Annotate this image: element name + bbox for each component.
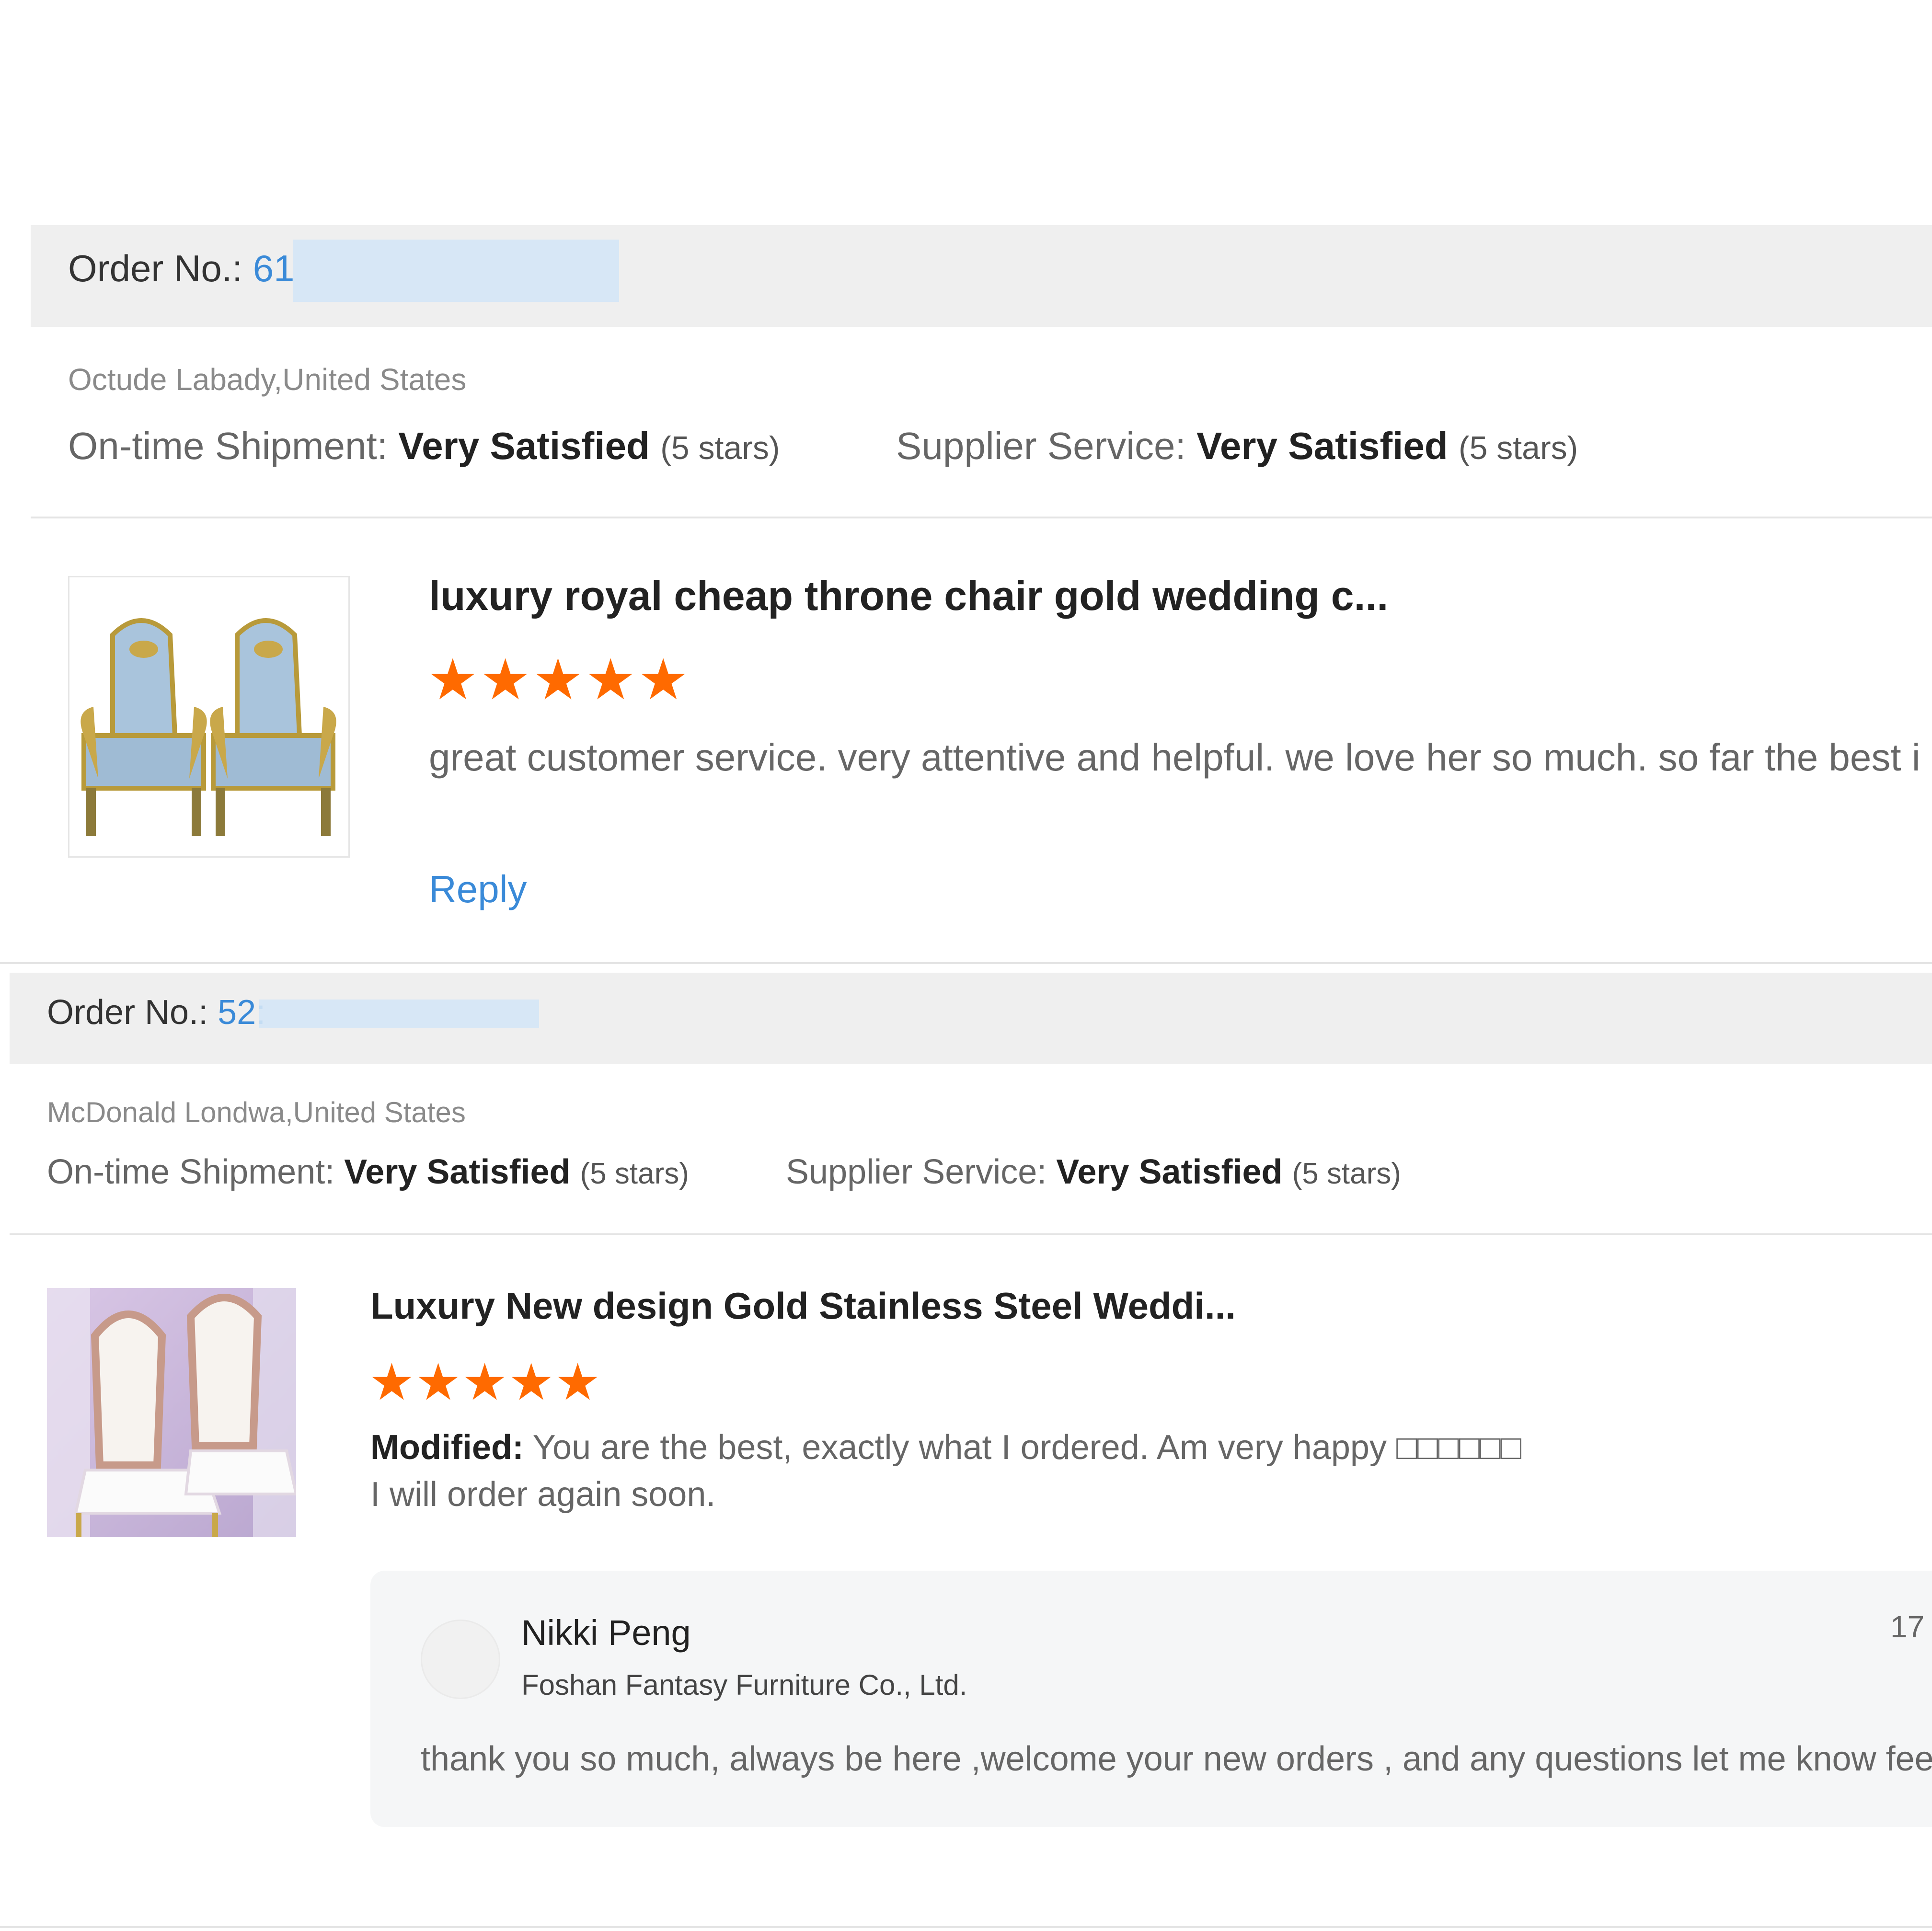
review-comment: great customer service. very attentive a… xyxy=(429,736,1920,779)
redacted-order-number xyxy=(293,240,619,302)
star-icon: ★ xyxy=(462,1354,509,1411)
star-icon: ★ xyxy=(427,648,480,712)
shipment-value: Very Satisfied xyxy=(344,1153,571,1191)
reply-text: thank you so much, always be here ,welco… xyxy=(421,1740,1932,1778)
service-rating: Supplier Service: Very Satisfied (5 star… xyxy=(786,1152,1401,1192)
divider xyxy=(10,1233,1932,1235)
product-thumbnail[interactable] xyxy=(47,1288,296,1537)
shipment-stars: (5 stars) xyxy=(660,430,780,466)
star-icon: ★ xyxy=(532,648,586,712)
service-stars: (5 stars) xyxy=(1292,1157,1401,1190)
replier-name: Nikki Peng xyxy=(521,1613,691,1653)
service-value: Very Satisfied xyxy=(1056,1153,1283,1191)
star-icon: ★ xyxy=(415,1354,462,1411)
product-title[interactable]: Luxury New design Gold Stainless Steel W… xyxy=(370,1284,1236,1328)
modified-label: Modified: xyxy=(370,1428,524,1467)
order-label: Order No.: xyxy=(47,993,208,1032)
replier-company: Foshan Fantasy Furniture Co., Ltd. xyxy=(521,1669,967,1701)
star-icon: ★ xyxy=(508,1354,555,1411)
buyer-name-country: McDonald Londwa,United States xyxy=(47,1096,466,1128)
avatar-icon xyxy=(421,1620,500,1699)
product-title[interactable]: luxury royal cheap throne chair gold wed… xyxy=(429,573,1388,620)
service-value: Very Satisfied xyxy=(1196,425,1448,467)
star-icon: ★ xyxy=(480,648,533,712)
divider xyxy=(31,517,1932,518)
product-thumbnail[interactable] xyxy=(68,576,350,858)
shipment-label: On-time Shipment: xyxy=(47,1153,335,1191)
shipment-rating: On-time Shipment: Very Satisfied (5 star… xyxy=(68,424,780,468)
shipment-stars: (5 stars) xyxy=(580,1157,689,1190)
service-rating: Supplier Service: Very Satisfied (5 star… xyxy=(896,424,1578,468)
service-stars: (5 stars) xyxy=(1458,430,1578,466)
star-rating: ★★★★★ xyxy=(369,1357,601,1408)
star-rating: ★★★★★ xyxy=(427,652,690,708)
star-icon: ★ xyxy=(555,1354,602,1411)
divider xyxy=(0,962,1932,964)
order-number-row: Order No.: 61 xyxy=(68,247,295,290)
star-icon: ★ xyxy=(585,648,638,712)
shipment-label: On-time Shipment: xyxy=(68,425,388,467)
order-number[interactable]: 61 xyxy=(253,247,295,289)
shipment-value: Very Satisfied xyxy=(398,425,650,467)
shipment-rating: On-time Shipment: Very Satisfied (5 star… xyxy=(47,1152,689,1192)
buyer-name-country: Octude Labady,United States xyxy=(68,362,467,397)
service-label: Supplier Service: xyxy=(896,425,1186,467)
redacted-order-number xyxy=(259,1000,539,1028)
reply-link[interactable]: Reply xyxy=(429,867,527,911)
gold-wedding-chairs-image xyxy=(47,1288,296,1537)
divider xyxy=(0,1926,1932,1928)
order-label: Order No.: xyxy=(68,247,243,289)
comment-text: You are the best, exactly what I ordered… xyxy=(532,1428,1521,1467)
star-icon: ★ xyxy=(369,1354,416,1411)
review-comment-line-1: Modified: You are the best, exactly what… xyxy=(370,1428,1521,1467)
throne-chairs-image xyxy=(69,577,348,856)
service-label: Supplier Service: xyxy=(786,1153,1047,1191)
reply-date: 17 xyxy=(1890,1609,1925,1644)
order-number-row: Order No.: 52: xyxy=(47,993,265,1032)
star-icon: ★ xyxy=(638,648,690,712)
review-comment-line-2: I will order again soon. xyxy=(370,1475,716,1514)
